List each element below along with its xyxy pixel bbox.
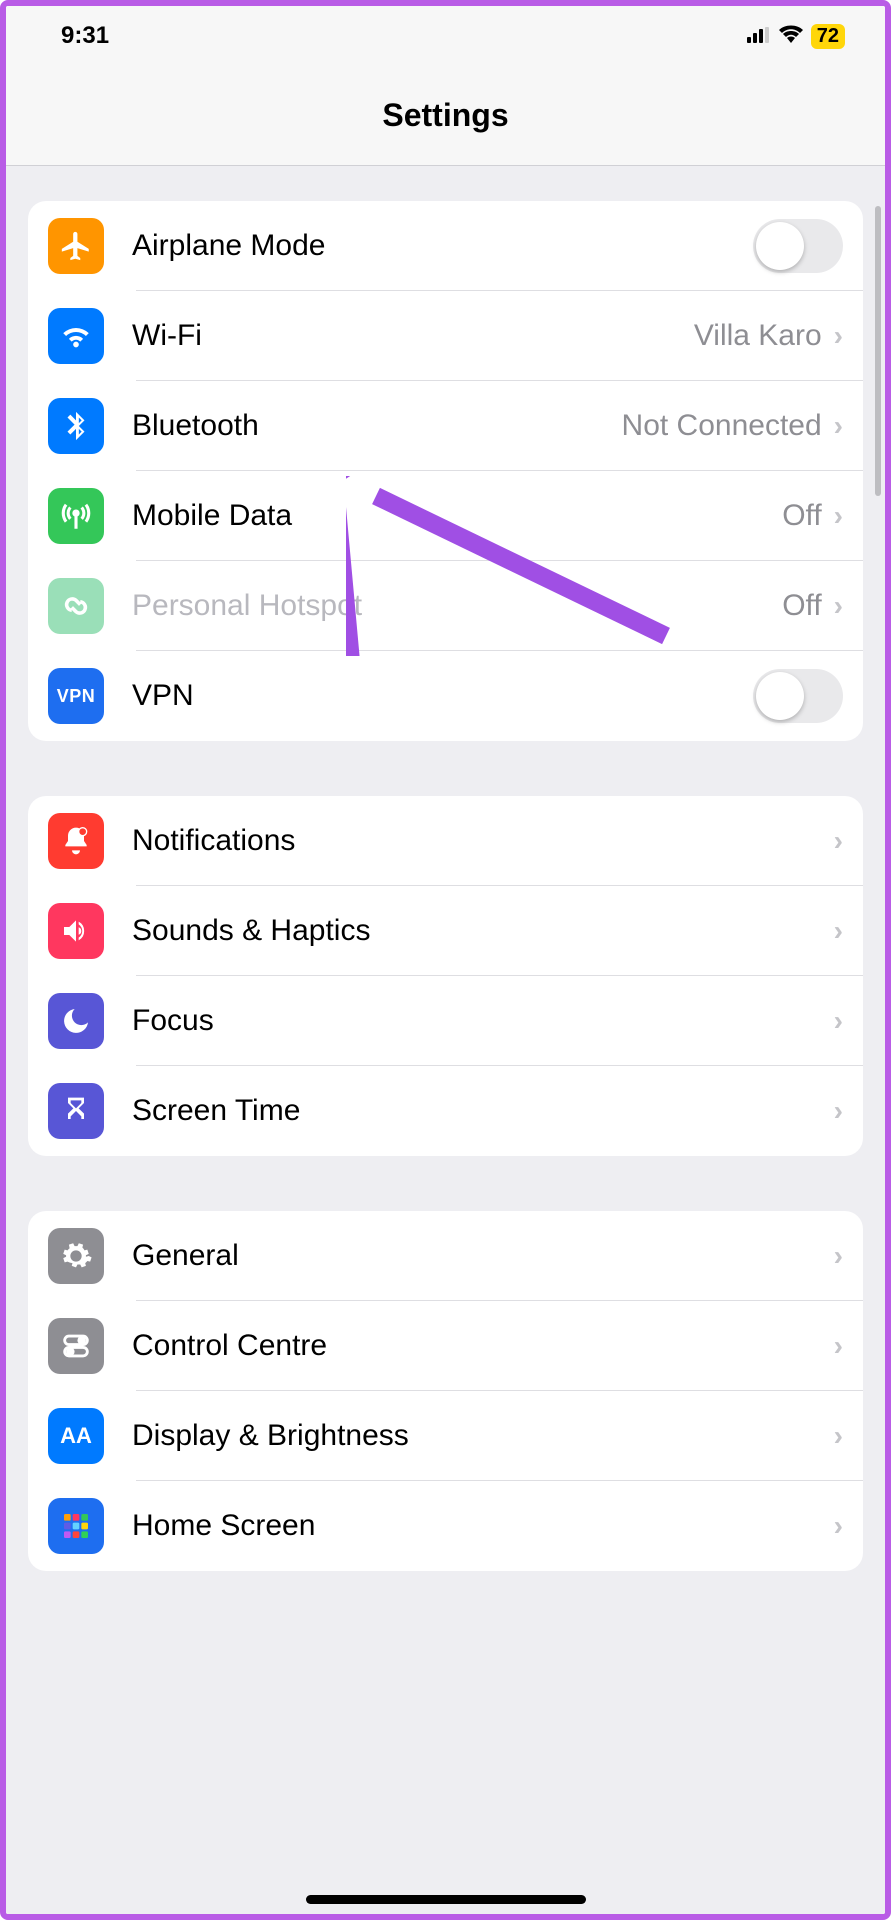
row-label: Wi-Fi [132, 319, 694, 353]
chevron-right-icon: › [834, 915, 843, 947]
chevron-right-icon: › [834, 825, 843, 857]
settings-group-system: General › Control Centre › AA Display & … [28, 1211, 863, 1571]
status-time: 9:31 [61, 22, 109, 50]
row-value: Not Connected [622, 409, 822, 443]
airplane-switch[interactable] [753, 219, 843, 273]
hourglass-icon [48, 1083, 104, 1139]
row-screen-time[interactable]: Screen Time › [28, 1066, 863, 1156]
scrollbar-indicator [875, 206, 881, 496]
airplane-icon [48, 218, 104, 274]
home-indicator [306, 1895, 586, 1904]
vpn-switch[interactable] [753, 669, 843, 723]
vpn-icon: VPN [48, 668, 104, 724]
row-value: Off [782, 499, 821, 533]
row-label: Home Screen [132, 1509, 834, 1543]
status-right: 72 [747, 22, 845, 50]
row-label: Display & Brightness [132, 1419, 834, 1453]
battery-percent: 72 [811, 24, 845, 49]
aa-icon: AA [48, 1408, 104, 1464]
wifi-icon [48, 308, 104, 364]
row-home-screen[interactable]: Home Screen › [28, 1481, 863, 1571]
row-label: Mobile Data [132, 499, 782, 533]
bluetooth-icon [48, 398, 104, 454]
row-label: Screen Time [132, 1094, 834, 1128]
chevron-right-icon: › [834, 1420, 843, 1452]
cellular-icon [747, 22, 771, 50]
chevron-right-icon: › [834, 1240, 843, 1272]
row-vpn[interactable]: VPN VPN [28, 651, 863, 741]
row-display-brightness[interactable]: AA Display & Brightness › [28, 1391, 863, 1481]
status-bar: 9:31 72 [6, 6, 885, 66]
row-label: Airplane Mode [132, 229, 753, 263]
chevron-right-icon: › [834, 410, 843, 442]
row-control-centre[interactable]: Control Centre › [28, 1301, 863, 1391]
row-notifications[interactable]: Notifications › [28, 796, 863, 886]
speaker-icon [48, 903, 104, 959]
row-label: Personal Hotspot [132, 589, 782, 623]
hotspot-icon [48, 578, 104, 634]
chevron-right-icon: › [834, 1095, 843, 1127]
row-airplane-mode[interactable]: Airplane Mode [28, 201, 863, 291]
chevron-right-icon: › [834, 1330, 843, 1362]
chevron-right-icon: › [834, 590, 843, 622]
settings-group-connectivity: Airplane Mode Wi-Fi Villa Karo › Bluetoo… [28, 201, 863, 741]
row-personal-hotspot[interactable]: Personal Hotspot Off › [28, 561, 863, 651]
chevron-right-icon: › [834, 500, 843, 532]
row-label: Sounds & Haptics [132, 914, 834, 948]
row-general[interactable]: General › [28, 1211, 863, 1301]
chevron-right-icon: › [834, 1510, 843, 1542]
row-label: Bluetooth [132, 409, 622, 443]
bell-icon [48, 813, 104, 869]
moon-icon [48, 993, 104, 1049]
chevron-right-icon: › [834, 1005, 843, 1037]
row-label: Notifications [132, 824, 834, 858]
row-value: Villa Karo [694, 319, 822, 353]
row-sounds-haptics[interactable]: Sounds & Haptics › [28, 886, 863, 976]
row-bluetooth[interactable]: Bluetooth Not Connected › [28, 381, 863, 471]
gear-icon [48, 1228, 104, 1284]
row-label: Focus [132, 1004, 834, 1038]
row-mobile-data[interactable]: Mobile Data Off › [28, 471, 863, 561]
switches-icon [48, 1318, 104, 1374]
row-label: VPN [132, 679, 753, 713]
row-label: Control Centre [132, 1329, 834, 1363]
row-label: General [132, 1239, 834, 1273]
page-title: Settings [6, 66, 885, 166]
settings-content: Airplane Mode Wi-Fi Villa Karo › Bluetoo… [6, 166, 885, 1914]
grid-icon [48, 1498, 104, 1554]
row-focus[interactable]: Focus › [28, 976, 863, 1066]
antenna-icon [48, 488, 104, 544]
chevron-right-icon: › [834, 320, 843, 352]
row-value: Off [782, 589, 821, 623]
row-wifi[interactable]: Wi-Fi Villa Karo › [28, 291, 863, 381]
wifi-status-icon [779, 22, 803, 50]
settings-group-alerts: Notifications › Sounds & Haptics › Focus… [28, 796, 863, 1156]
